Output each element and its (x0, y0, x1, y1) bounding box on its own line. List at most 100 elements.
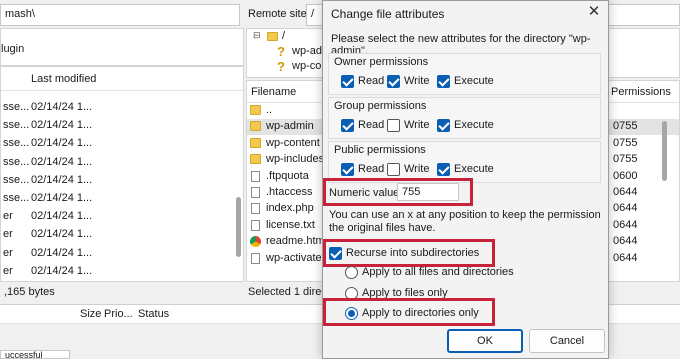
chrome-icon (250, 236, 261, 248)
checkbox-box[interactable] (341, 75, 354, 88)
group-title: Public permissions (334, 144, 426, 156)
folder-icon (250, 105, 261, 115)
column-filename[interactable]: Filename (251, 86, 296, 98)
group-title: Owner permissions (334, 56, 429, 68)
file-permissions: 0644 (613, 218, 638, 231)
tree-label: / (282, 30, 286, 42)
radio-button[interactable] (345, 266, 358, 279)
table-row[interactable]: sse... 02/14/24 1... (1, 119, 233, 137)
table-row[interactable]: er 02/14/24 1... (1, 210, 233, 228)
group-title: Group permissions (334, 100, 427, 112)
file-name: .. (266, 104, 273, 116)
checkbox-box[interactable] (437, 119, 450, 132)
recurse-highlight (323, 239, 495, 267)
read-label: Read (358, 163, 385, 175)
local-status: ,165 bytes (4, 286, 55, 298)
row-name: sse... (3, 192, 30, 204)
table-row[interactable]: er 02/14/24 1... (1, 264, 233, 281)
local-path-text: mash\ (5, 8, 35, 20)
permission-group: Group permissions Read Write Execute (328, 97, 601, 139)
file-permissions: 0644 (613, 235, 638, 248)
table-row[interactable]: er 02/14/24 1... (1, 228, 233, 246)
numeric-value-highlight (323, 178, 473, 206)
file-name: wp-content (266, 136, 320, 149)
write-label: Write (404, 75, 430, 87)
local-scrollbar[interactable] (236, 197, 241, 257)
checkbox-box[interactable] (387, 163, 400, 176)
table-row[interactable]: sse... 02/14/24 1... (1, 101, 233, 119)
folder-icon (250, 154, 261, 165)
row-name: er (3, 264, 13, 277)
column-last-modified[interactable]: Last modified (31, 73, 96, 85)
row-modified: 02/14/24 1... (31, 264, 93, 277)
read-label: Read (358, 119, 385, 131)
row-modified: 02/14/24 1... (31, 137, 93, 150)
table-row[interactable]: sse... 02/14/24 1... (1, 137, 233, 155)
tree-label: wp-co (292, 60, 322, 72)
close-icon[interactable]: ✕ (586, 4, 602, 21)
row-name: er (3, 210, 13, 223)
local-tree[interactable]: lugin (0, 28, 244, 66)
column-permissions[interactable]: Permissions (611, 86, 671, 98)
read-label: Read (358, 75, 385, 87)
file-name: wp-admin (266, 120, 314, 133)
local-tree-label[interactable]: lugin (1, 43, 24, 55)
file-permissions: 0644 (613, 186, 638, 198)
table-row[interactable]: sse... 02/14/24 1... (1, 174, 233, 192)
dialog-title: Change file attributes (331, 7, 445, 21)
tab-successful-transfers[interactable]: uccessful transfers (0, 350, 70, 359)
cancel-button[interactable]: Cancel (529, 329, 605, 353)
row-name: sse... (3, 101, 30, 113)
file-icon (251, 219, 260, 231)
row-modified: 02/14/24 1... (31, 173, 93, 186)
checkbox-box[interactable] (387, 119, 400, 132)
checkbox-box[interactable] (437, 75, 450, 88)
file-name: wp-includes (266, 153, 325, 166)
row-name: er (3, 228, 13, 241)
folder-icon (250, 121, 261, 132)
row-name: sse... (3, 119, 30, 132)
file-permissions: 0644 (613, 251, 638, 264)
row-modified: 02/14/24 1... (31, 119, 93, 132)
checkbox-box[interactable] (341, 119, 354, 132)
row-modified: 02/14/24 1... (31, 210, 93, 223)
file-icon (251, 170, 260, 182)
apply-option-label: Apply to files only (362, 286, 448, 299)
file-icon (251, 203, 260, 215)
remote-scrollbar[interactable] (662, 121, 667, 181)
execute-label: Execute (454, 119, 494, 131)
table-row[interactable]: er 02/14/24 1... (1, 247, 233, 265)
permission-group: Owner permissions Read Write Execute (328, 53, 601, 95)
write-label: Write (404, 119, 430, 131)
queue-column-priority[interactable]: Prio... (104, 308, 133, 320)
folder-icon (267, 32, 278, 41)
expand-icon[interactable]: ⊟ (253, 30, 261, 41)
file-name: index.php (266, 202, 314, 215)
row-name: sse... (3, 155, 30, 168)
execute-label: Execute (454, 163, 494, 175)
file-permissions: 0755 (613, 120, 638, 133)
checkbox-box[interactable] (341, 163, 354, 176)
remote-path-text: / (311, 8, 315, 20)
table-row[interactable]: sse... 02/14/24 1... (1, 192, 233, 210)
local-file-list[interactable]: Last modified sse... 02/14/24 1... sse... 0… (0, 66, 244, 282)
ok-button[interactable]: OK (447, 329, 523, 353)
local-path-input[interactable]: mash\ (0, 4, 240, 26)
queue-column-status[interactable]: Status (138, 308, 169, 320)
folder-icon (250, 137, 261, 148)
file-permissions: 0644 (613, 202, 638, 215)
row-name: sse... (3, 137, 30, 150)
file-permissions: 0755 (613, 136, 638, 149)
apply-directories-highlight (323, 298, 495, 326)
table-row[interactable]: sse... 02/14/24 1... (1, 156, 233, 174)
row-name: er (3, 246, 13, 259)
queue-column-size[interactable]: Size (80, 308, 101, 320)
row-modified: 02/14/24 1... (31, 101, 93, 113)
question-icon: ? (277, 44, 285, 59)
checkbox-box[interactable] (437, 163, 450, 176)
checkbox-box[interactable] (387, 75, 400, 88)
file-name: .ftpquota (266, 169, 309, 182)
change-attributes-dialog: Change file attributes ✕ Please select t… (322, 0, 609, 359)
permission-group: Public permissions Read Write Execute (328, 141, 601, 183)
file-permissions: 0600 (613, 169, 638, 182)
